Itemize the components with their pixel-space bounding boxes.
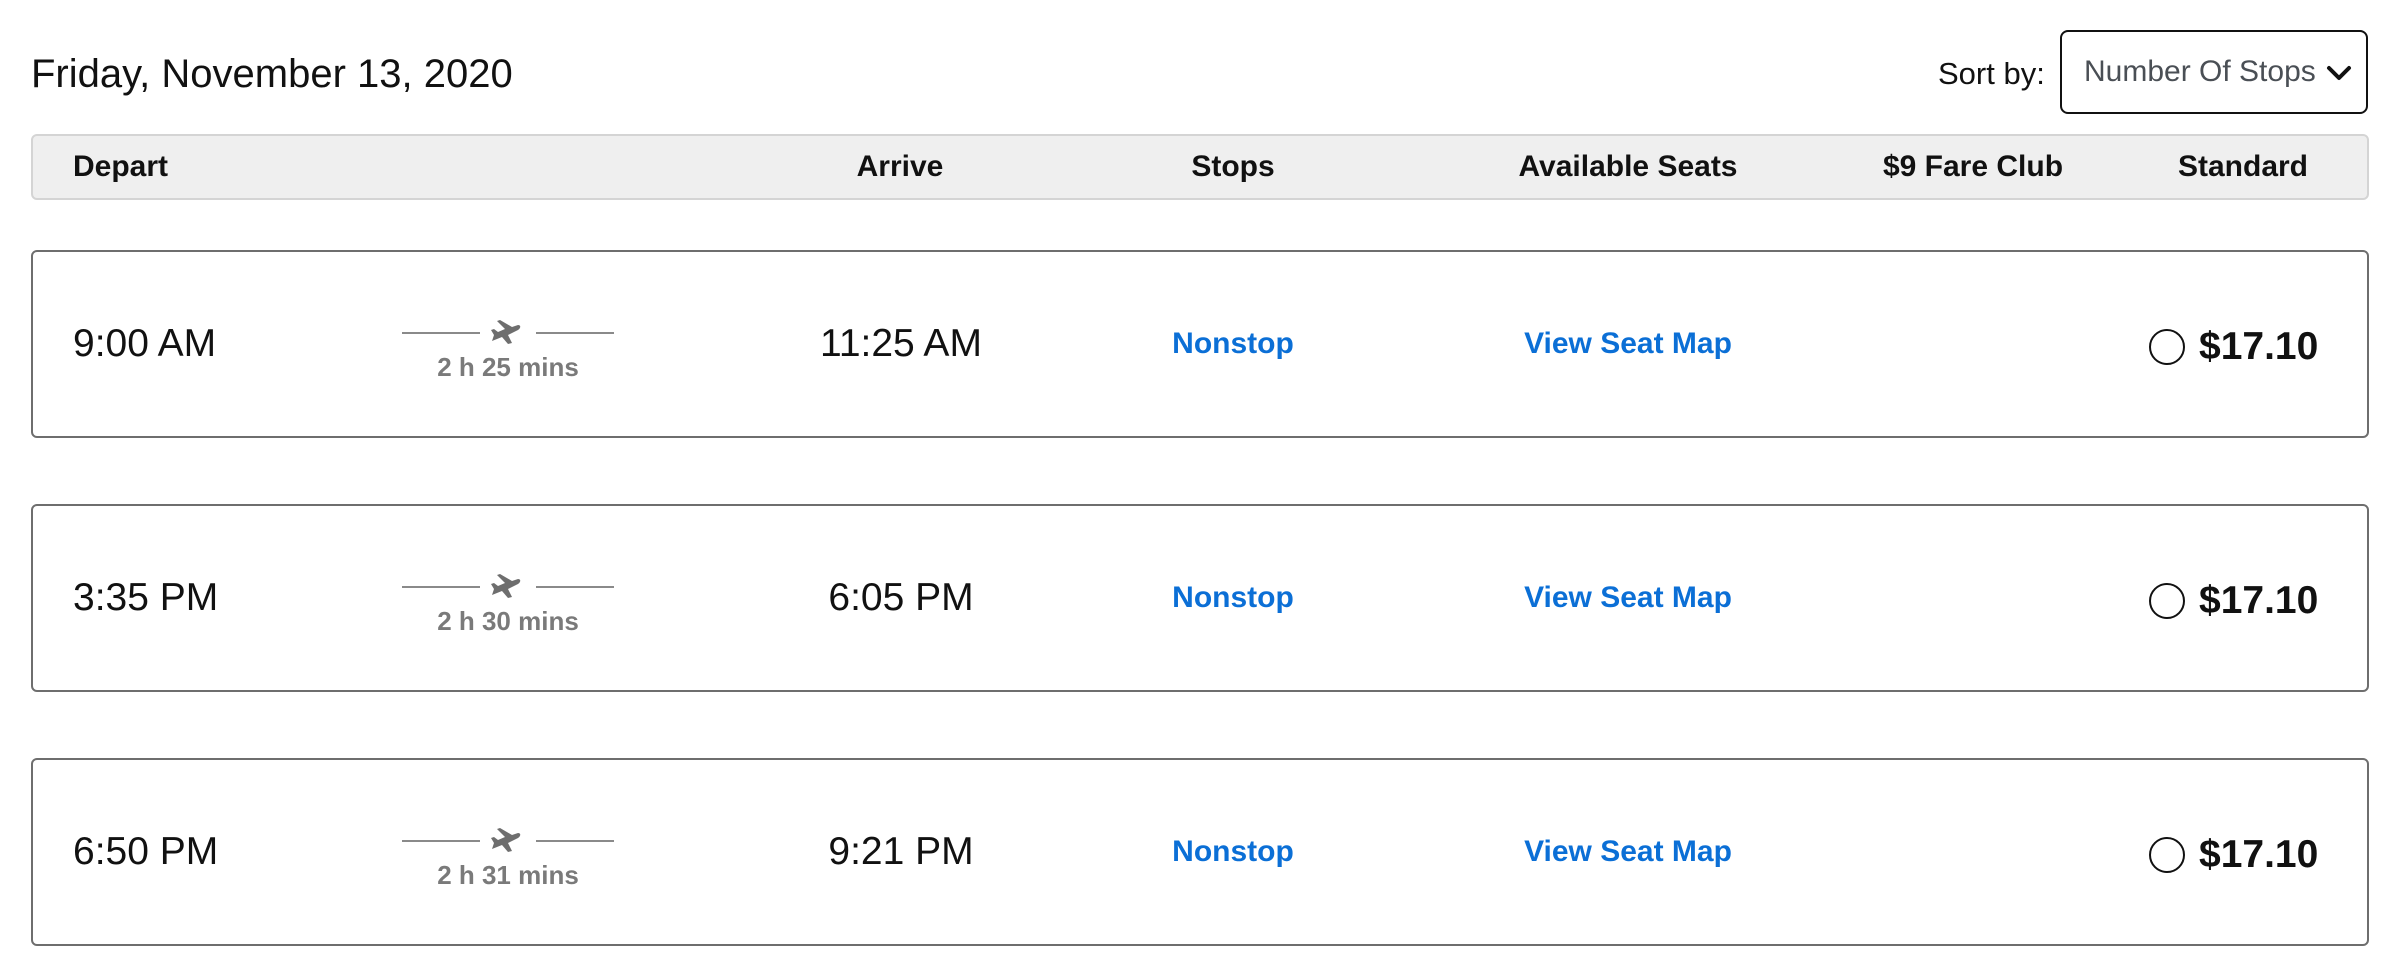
radio-unselected-icon[interactable] (2149, 837, 2185, 873)
sort-by-label: Sort by: (1938, 56, 2045, 91)
column-header-depart: Depart (73, 150, 169, 183)
arrive-time: 6:05 PM (828, 576, 974, 619)
radio-unselected-icon[interactable] (2149, 583, 2185, 619)
duration-text: 2 h 31 mins (437, 860, 579, 890)
column-header-stops: Stops (1191, 150, 1275, 183)
flight-row: 3:35 PM 2 h 30 mins 6:05 PM Nonstop View… (31, 504, 2369, 692)
column-header-fare-club: $9 Fare Club (1882, 150, 2064, 183)
route-line (536, 332, 614, 334)
chevron-down-icon (2327, 66, 2351, 80)
results-date-heading: Friday, November 13, 2020 (31, 52, 513, 96)
route-line (402, 586, 480, 588)
depart-time: 3:35 PM (73, 576, 219, 619)
results-column-header: Depart Arrive Stops Available Seats $9 F… (31, 134, 2369, 200)
stops-link[interactable]: Nonstop (1133, 252, 1333, 436)
column-header-available-seats: Available Seats (1518, 150, 1738, 183)
flight-row: 6:50 PM 2 h 31 mins 9:21 PM Nonstop View… (31, 758, 2369, 946)
depart-time: 9:00 AM (73, 322, 217, 365)
plane-icon (491, 828, 521, 852)
column-header-standard: Standard (2177, 150, 2309, 183)
standard-fare-option[interactable]: $17.10 (2149, 576, 2318, 626)
column-header-arrive: Arrive (856, 150, 944, 183)
radio-unselected-icon[interactable] (2149, 329, 2185, 365)
standard-fare-option[interactable]: $17.10 (2149, 322, 2318, 372)
plane-icon (491, 574, 521, 598)
standard-fare-price: $17.10 (2199, 579, 2319, 622)
route-line (402, 332, 480, 334)
flight-duration: 2 h 31 mins (388, 824, 628, 894)
standard-fare-price: $17.10 (2199, 325, 2319, 368)
flight-duration: 2 h 25 mins (388, 316, 628, 386)
flight-duration: 2 h 30 mins (388, 570, 628, 640)
view-seat-map-link[interactable]: View Seat Map (1473, 760, 1783, 944)
flight-row: 9:00 AM 2 h 25 mins 11:25 AM Nonstop Vie… (31, 250, 2369, 438)
route-line (536, 586, 614, 588)
stops-link[interactable]: Nonstop (1133, 760, 1333, 944)
depart-time: 6:50 PM (73, 830, 219, 873)
plane-icon (491, 320, 521, 344)
flight-results-page: Friday, November 13, 2020 Sort by: Numbe… (0, 0, 2398, 978)
standard-fare-price: $17.10 (2199, 833, 2319, 876)
arrive-time: 11:25 AM (820, 322, 982, 365)
sort-by-value: Number Of Stops (2084, 55, 2316, 88)
route-line (402, 840, 480, 842)
standard-fare-option[interactable]: $17.10 (2149, 830, 2318, 880)
duration-text: 2 h 30 mins (437, 606, 579, 636)
stops-link[interactable]: Nonstop (1133, 506, 1333, 690)
view-seat-map-link[interactable]: View Seat Map (1473, 252, 1783, 436)
arrive-time: 9:21 PM (828, 830, 974, 873)
view-seat-map-link[interactable]: View Seat Map (1473, 506, 1783, 690)
sort-by-select[interactable]: Number Of Stops (2060, 30, 2368, 114)
duration-text: 2 h 25 mins (437, 352, 579, 382)
route-line (536, 840, 614, 842)
